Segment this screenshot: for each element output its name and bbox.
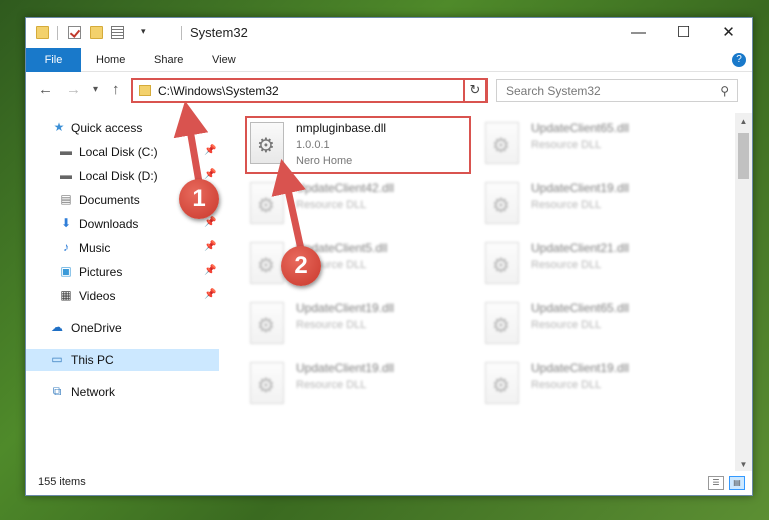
step-badge-2: 2 [281, 246, 321, 286]
step-badge-1: 1 [179, 179, 219, 219]
arrow-to-file [271, 158, 306, 255]
arrow-to-address-bar [173, 100, 209, 189]
annotation-arrows [173, 100, 306, 255]
